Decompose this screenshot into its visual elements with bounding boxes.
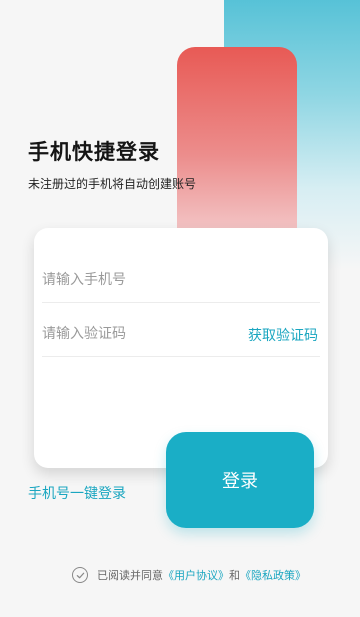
get-code-button[interactable]: 获取验证码 [248, 325, 318, 345]
verification-code-input[interactable] [42, 318, 232, 350]
code-field: 获取验证码 [42, 310, 320, 357]
phone-input[interactable] [42, 264, 232, 296]
agreement-row: 已阅读并同意 《用户协议》 和 《隐私政策》 [72, 566, 306, 584]
agreement-conjunction: 和 [229, 569, 240, 582]
privacy-policy-link[interactable]: 《隐私政策》 [240, 567, 306, 583]
page-subtitle: 未注册过的手机将自动创建账号 [28, 177, 197, 191]
agreement-prefix: 已阅读并同意 [97, 569, 163, 582]
login-button[interactable]: 登录 [166, 432, 314, 528]
page-title: 手机快捷登录 [28, 140, 160, 164]
user-agreement-link[interactable]: 《用户协议》 [163, 567, 229, 583]
check-circle-icon[interactable] [72, 567, 88, 583]
one-key-login-link[interactable]: 手机号一键登录 [28, 483, 126, 503]
phone-field [42, 256, 320, 303]
